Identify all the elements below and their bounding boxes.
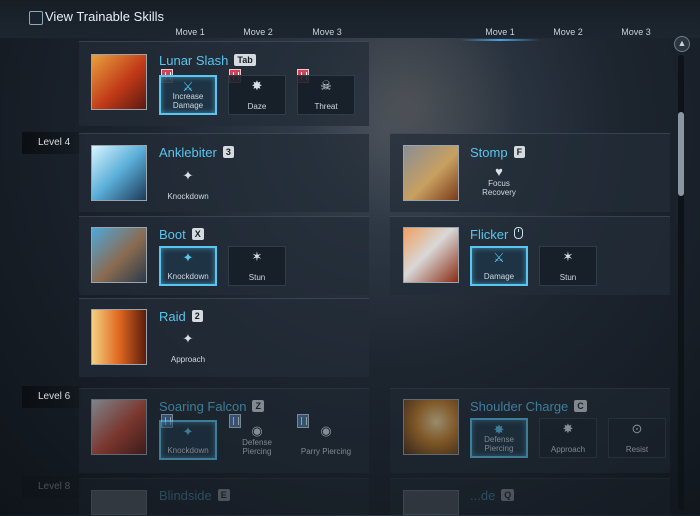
target-icon: ◉ [251,423,263,438]
keybind-badge: F [513,146,526,158]
skill-name-soaring-falcon: Soaring Falcon Z [159,399,264,414]
heart-icon: ♥ [495,164,503,179]
skill-name-blindside: Blindside E [159,488,230,503]
sword-icon: ⚔ [493,250,505,265]
boot-icon[interactable] [91,227,147,283]
level-4-label: Level 4 [22,132,82,154]
move-parry-piercing[interactable]: ◉ Parry Piercing [297,420,355,460]
scrollbar-thumb[interactable] [678,112,684,196]
lunar-slash-icon[interactable] [91,54,147,110]
move-stun[interactable]: ✶ Stun [228,246,286,286]
skill-name-boot: Boot X [159,227,204,242]
right-move2-header: Move 2 [553,27,583,37]
move-knockdown[interactable]: ✦ Knockdown [159,420,217,460]
soaring-falcon-icon[interactable] [91,399,147,455]
level-8-label: Level 8 [22,476,82,498]
knockdown-icon: ✦ [182,168,194,183]
right-move1-header: Move 1 [460,27,540,41]
target-icon: ◉ [320,423,332,438]
level-6-label: Level 6 [22,386,82,408]
skill-name-anklebiter: Anklebiter 3 [159,145,234,160]
flicker-icon[interactable] [403,227,459,283]
left-move3-header: Move 3 [312,27,342,37]
skill-name-partial: ...de Q [470,488,515,503]
approach-icon: ✦ [182,331,194,346]
stomp-icon[interactable] [403,145,459,201]
move-damage[interactable]: ⚔ Damage [470,246,528,286]
partial-skill-icon[interactable] [403,490,459,515]
keybind-badge: E [217,489,230,501]
move-approach[interactable]: ✦ Approach [159,328,217,368]
keybind-badge: 2 [191,310,203,322]
move-increase-damage[interactable]: ⚔ Increase Damage [159,75,217,115]
anklebiter-icon[interactable] [91,145,147,201]
keybind-badge: 3 [222,146,234,158]
move-focus-recovery[interactable]: ♥ Focus Recovery [470,161,528,201]
daze-icon: ✸ [251,78,263,93]
skill-name-flicker: Flicker [470,227,524,242]
right-move3-header: Move 3 [621,27,651,37]
skill-name-shoulder-charge: Shoulder Charge C [470,399,587,414]
skill-name-raid: Raid 2 [159,309,203,324]
left-move1-header: Move 1 [175,27,205,37]
move-knockdown[interactable]: ✦ Knockdown [159,246,217,286]
keybind-badge: Z [252,400,264,412]
raid-icon[interactable] [91,309,147,365]
move-approach[interactable]: ✸ Approach [539,418,597,458]
keybind-badge: Tab [234,54,256,66]
keybind-badge: Q [501,489,515,501]
skull-icon: ☠ [320,78,332,93]
scroll-top-icon[interactable]: ▲ [674,36,690,52]
move-threat[interactable]: ☠ Threat [297,75,355,115]
blindside-icon[interactable] [91,490,147,515]
move-resist[interactable]: ⊙ Resist [608,418,666,458]
resist-icon: ⊙ [631,421,643,436]
move-daze[interactable]: ✸ Daze [228,75,286,115]
keybind-badge: X [191,228,204,240]
left-move2-header: Move 2 [243,27,273,37]
knockdown-icon: ✦ [182,424,194,439]
move-defense-piercing[interactable]: ◉ Defense Piercing [228,420,286,460]
mouse-icon [514,227,524,239]
stun-icon: ✶ [562,249,574,264]
skill-name-lunar-slash: Lunar Slash Tab [159,53,256,68]
top-bar: View Trainable Skills Move 1 Move 2 Move… [0,0,700,41]
stun-icon: ✶ [251,249,263,264]
view-trainable-checkbox[interactable] [29,11,43,25]
view-trainable-label[interactable]: View Trainable Skills [45,9,164,24]
move-defense-piercing[interactable]: ✸ Defense Piercing [470,418,528,458]
move-knockdown[interactable]: ✦ Knockdown [159,165,217,205]
skill-name-stomp: Stomp F [470,145,526,160]
shoulder-charge-icon[interactable] [403,399,459,455]
move-stun[interactable]: ✶ Stun [539,246,597,286]
approach-icon: ✸ [562,421,574,436]
knockdown-icon: ✦ [182,250,194,265]
keybind-badge: C [574,400,587,412]
